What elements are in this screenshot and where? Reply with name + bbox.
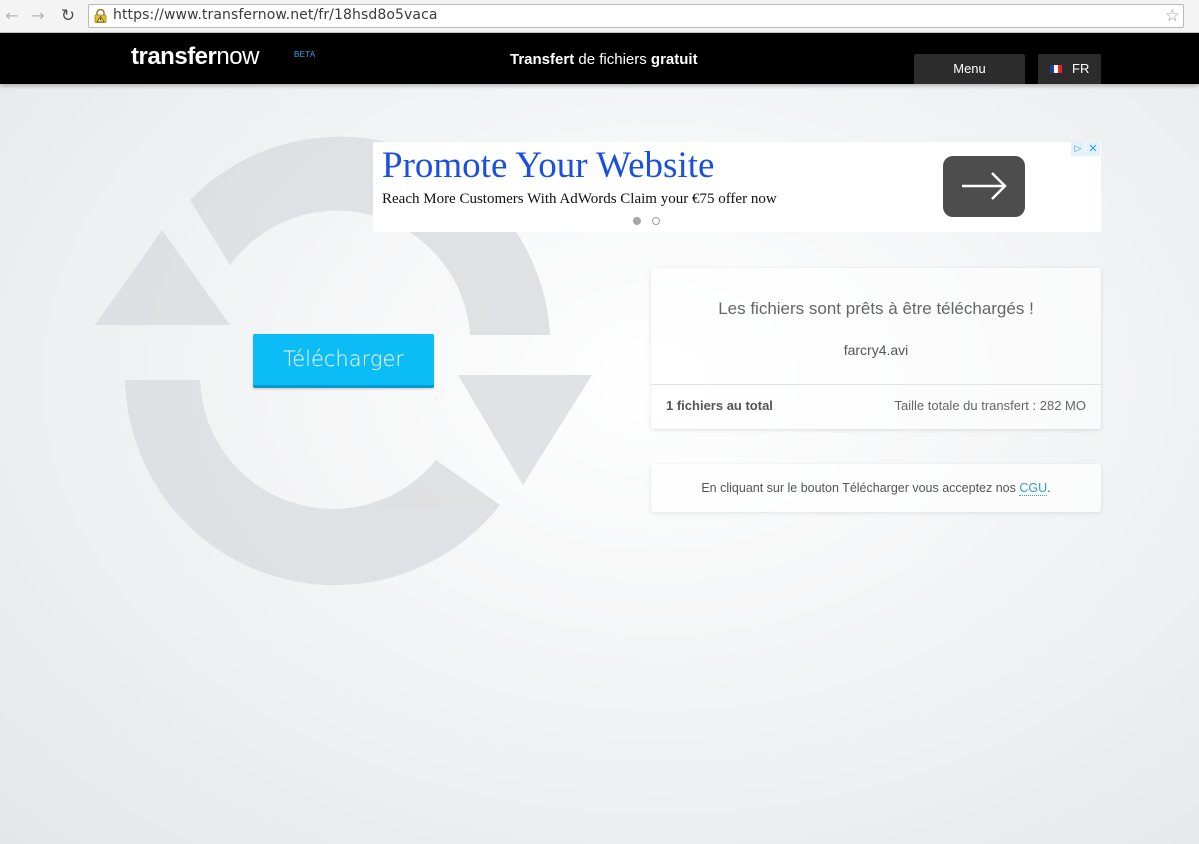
- files-ready-title: Les fichiers sont prêts à être télécharg…: [718, 299, 1034, 318]
- terms-card: En cliquant sur le bouton Télécharger vo…: [651, 464, 1101, 512]
- logo-transfer: transfer: [131, 43, 217, 70]
- site-tagline: Transfert de fichiers gratuit: [510, 51, 698, 68]
- url-text: https://www.transfernow.net/fr/18hsd8o5v…: [113, 7, 438, 23]
- address-bar[interactable]: https://www.transfernow.net/fr/18hsd8o5v…: [88, 4, 1184, 28]
- download-button[interactable]: Télécharger: [253, 334, 434, 388]
- lock-icon: [94, 9, 107, 23]
- ad-body[interactable]: Reach More Customers With AdWords Claim …: [382, 191, 777, 208]
- file-count: 1 fichiers au total: [666, 398, 773, 413]
- back-icon[interactable]: ←: [2, 6, 22, 26]
- ad-close-icon[interactable]: ✕: [1086, 142, 1100, 156]
- files-info-card: Les fichiers sont prêts à être télécharg…: [651, 268, 1101, 429]
- terms-text: En cliquant sur le bouton Télécharger vo…: [651, 481, 1101, 496]
- total-size: Taille totale du transfert : 282 MO: [894, 398, 1086, 413]
- browser-toolbar: ← → ↻ https://www.transfernow.net/fr/18h…: [0, 0, 1199, 33]
- card-divider: [651, 384, 1101, 385]
- advertisement[interactable]: Promote Your Website Reach More Customer…: [373, 142, 1101, 232]
- forward-icon[interactable]: →: [28, 6, 48, 26]
- site-header: transfernow BETA Transfert de fichiers g…: [0, 33, 1199, 84]
- terms-prefix: En cliquant sur le bouton Télécharger vo…: [701, 481, 1020, 495]
- tagline-bold-2: gratuit: [650, 51, 698, 68]
- file-name: farcry4.avi: [843, 342, 909, 358]
- bookmark-star-icon[interactable]: ☆: [1165, 6, 1180, 26]
- menu-button[interactable]: Menu: [914, 54, 1025, 84]
- ad-carousel-dot-active[interactable]: [633, 217, 641, 225]
- language-label: FR: [1072, 61, 1090, 76]
- ad-headline[interactable]: Promote Your Website: [382, 144, 714, 187]
- ad-carousel-dot[interactable]: [652, 217, 660, 225]
- site-logo[interactable]: transfernow: [131, 43, 259, 71]
- arrow-right-icon: [962, 172, 1007, 200]
- beta-badge: BETA: [294, 50, 316, 59]
- ad-choices-icon[interactable]: ▷: [1071, 142, 1085, 156]
- logo-now: now: [216, 43, 259, 70]
- french-flag-icon: [1050, 65, 1062, 73]
- ad-arrow-button[interactable]: [943, 156, 1025, 217]
- terms-suffix: .: [1047, 481, 1051, 495]
- terms-link[interactable]: CGU: [1019, 481, 1048, 496]
- tagline-mid: de fichiers: [574, 51, 651, 68]
- tagline-bold-1: Transfert: [510, 51, 575, 68]
- language-button[interactable]: FR: [1038, 54, 1101, 84]
- reload-icon[interactable]: ↻: [58, 6, 78, 26]
